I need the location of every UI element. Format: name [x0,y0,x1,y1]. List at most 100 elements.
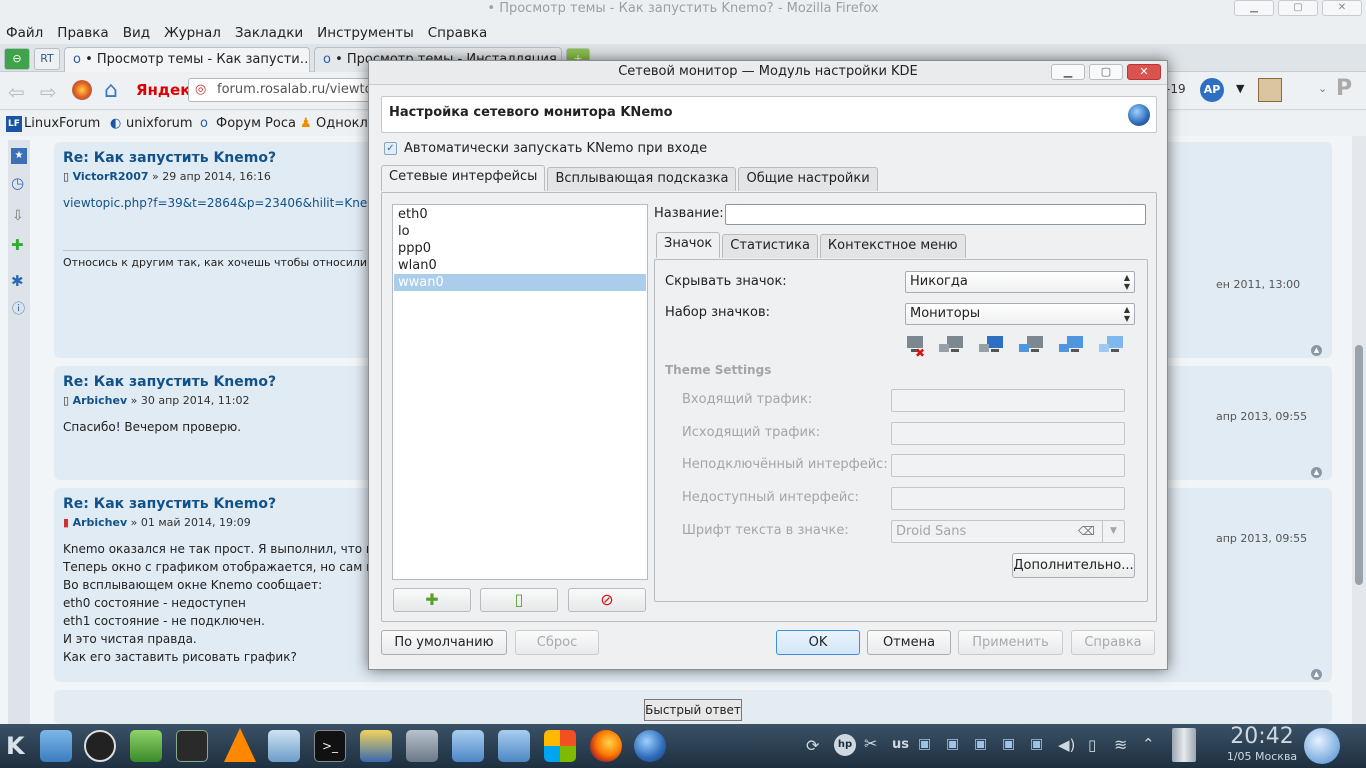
window-icon[interactable] [498,730,530,762]
post-link[interactable]: viewtopic.php?f=39&t=2864&p=23406&hilit=… [63,194,396,212]
icon-set-select[interactable]: Мониторы ▲ ▼ [905,303,1135,325]
disk-icon[interactable] [406,730,438,762]
scroll-top-icon[interactable]: ▲ [1311,669,1322,680]
interface-list[interactable]: eth0 lo ppp0 wlan0 wwan0 [392,204,648,580]
menu-view[interactable]: Вид [123,22,150,44]
menu-edit[interactable]: Правка [57,22,108,44]
wifi-icon[interactable]: ≋ [1114,735,1127,754]
hide-icon-select[interactable]: Никогда ▲ ▼ [905,271,1135,293]
menu-tools[interactable]: Инструменты [317,22,414,44]
autostart-checkbox[interactable]: ✓ [384,142,397,155]
bookmark-star-icon[interactable]: ★ [11,148,27,164]
download-icon[interactable]: ⇩ [12,208,24,224]
chevron-down-icon[interactable]: ⌄ [1318,82,1327,95]
menu-bookmarks[interactable]: Закладки [235,22,303,44]
post-author[interactable]: Arbichev [73,516,128,529]
tab-tooltip[interactable]: Всплывающая подсказка [547,167,737,191]
close-button[interactable]: ✕ [1322,0,1362,16]
post-author[interactable]: Arbichev [73,394,128,407]
bookmark-rosa[interactable]: Форум Роса [216,112,296,136]
tab-knemo[interactable]: ο • Просмотр темы - Как запусти… [64,47,310,72]
keyboard-layout[interactable]: us [892,737,909,752]
vlc-icon[interactable] [224,728,256,762]
scroll-top-icon[interactable]: ▲ [1311,345,1322,356]
puzzle-icon[interactable]: ✚ [11,236,24,254]
menu-help[interactable]: Справка [428,22,487,44]
dialog-maximize-button[interactable]: ▢ [1089,64,1123,80]
list-item[interactable]: lo [394,223,646,240]
bookmark-linuxforum[interactable]: LinuxForum [24,112,100,136]
network-monitor-icon[interactable]: ▣ [1030,736,1043,752]
addon-image-icon[interactable] [1258,78,1282,102]
remove-interface-button[interactable]: ⊘ [568,588,646,612]
name-input[interactable] [725,204,1146,225]
ok-button[interactable]: OK [776,630,860,655]
folder-icon[interactable] [40,730,72,762]
scissors-icon[interactable]: ✂ [864,734,877,753]
minimize-button[interactable]: ▁ [1234,0,1274,16]
list-item[interactable]: ppp0 [394,240,646,257]
firefox-icon[interactable] [590,730,622,762]
defaults-button[interactable]: По умолчанию [381,630,507,655]
pinned-tab-icon[interactable]: ⊖ [4,48,30,70]
info-icon[interactable]: ⓘ [12,298,25,317]
add-interface-button[interactable]: ✚ [393,588,471,612]
forward-icon[interactable]: ⇨ [40,80,57,104]
menu-history[interactable]: Журнал [164,22,221,44]
list-item-selected[interactable]: wwan0 [394,274,646,291]
wine-icon[interactable] [544,730,576,762]
clock-icon[interactable]: ◷ [11,174,24,192]
addon-p-icon[interactable]: P [1336,76,1352,101]
dialog-minimize-button[interactable]: ▁ [1051,64,1085,80]
terminal-icon[interactable]: >_ [314,730,346,762]
site-identity-icon[interactable]: ◎ [195,79,206,101]
notification-arrow-icon[interactable]: ⌃ [1142,735,1155,753]
post-title[interactable]: Re: Как запустить Knemo? [63,374,276,390]
advanced-button[interactable]: Дополнительно... [1012,553,1135,578]
battery-icon[interactable]: ▯ [1088,736,1096,754]
cancel-button[interactable]: Отмена [867,630,951,655]
addon-ap-icon[interactable]: AP [1200,78,1224,102]
dropdown-arrow-icon[interactable]: ▼ [1236,82,1244,95]
post-title[interactable]: Re: Как запустить Knemo? [63,150,276,166]
system-monitor-icon[interactable] [176,730,208,762]
tab-statistics[interactable]: Статистика [722,234,818,258]
menu-file[interactable]: Файл [6,22,43,44]
hp-icon[interactable]: hp [834,734,856,756]
pinned-tab-rt-icon[interactable]: RT [34,48,60,70]
tab-general-settings[interactable]: Общие настройки [738,167,878,191]
maximize-button[interactable]: ▢ [1278,0,1318,16]
cat-app-icon[interactable] [84,730,116,762]
scrollbar-thumb[interactable] [1355,345,1363,585]
file-manager-icon[interactable] [452,730,484,762]
firefox-sync-icon[interactable] [72,80,92,100]
kde-connect-icon[interactable] [1304,728,1340,764]
home-icon[interactable]: ⌂ [104,78,118,103]
bookmark-odnoklassniki[interactable]: Однокла [316,112,376,136]
dialog-close-button[interactable]: ✕ [1127,64,1161,80]
scroll-top-icon[interactable]: ▲ [1311,467,1322,478]
network-monitor-icon[interactable]: ▣ [918,736,931,752]
bookmark-unixforum[interactable]: unixforum [126,112,193,136]
ksysguard-icon[interactable] [268,730,300,762]
network-monitor-icon[interactable]: ▣ [1002,736,1015,752]
post-title[interactable]: Re: Как запустить Knemo? [63,496,276,512]
volume-icon[interactable]: ◀) [1058,736,1075,754]
tab-context-menu[interactable]: Контекстное меню [819,234,966,258]
url-bar[interactable]: ◎ forum.rosalab.ru/viewtop [188,78,388,102]
tab-network-interfaces[interactable]: Сетевые интерфейсы [381,165,546,191]
help-button[interactable]: Справка [1071,630,1155,655]
gear-icon[interactable]: ✱ [11,272,24,290]
update-icon[interactable]: ⟳ [806,736,819,755]
autostart-label[interactable]: Автоматически запускать KNemo при входе [404,141,707,156]
tab-icon[interactable]: Значок [656,232,721,258]
post-author[interactable]: VictorR2007 [73,170,149,183]
network-monitor-icon[interactable]: ▣ [974,736,987,752]
list-item[interactable]: wlan0 [394,257,646,274]
network-app-icon[interactable] [360,730,392,762]
network-monitor-icon[interactable]: ▣ [946,736,959,752]
add-copy-button[interactable]: ▯ [480,588,558,612]
knemo-icon[interactable] [634,730,666,762]
list-item[interactable]: eth0 [394,206,646,223]
quick-reply-button[interactable]: Быстрый ответ [644,699,742,721]
